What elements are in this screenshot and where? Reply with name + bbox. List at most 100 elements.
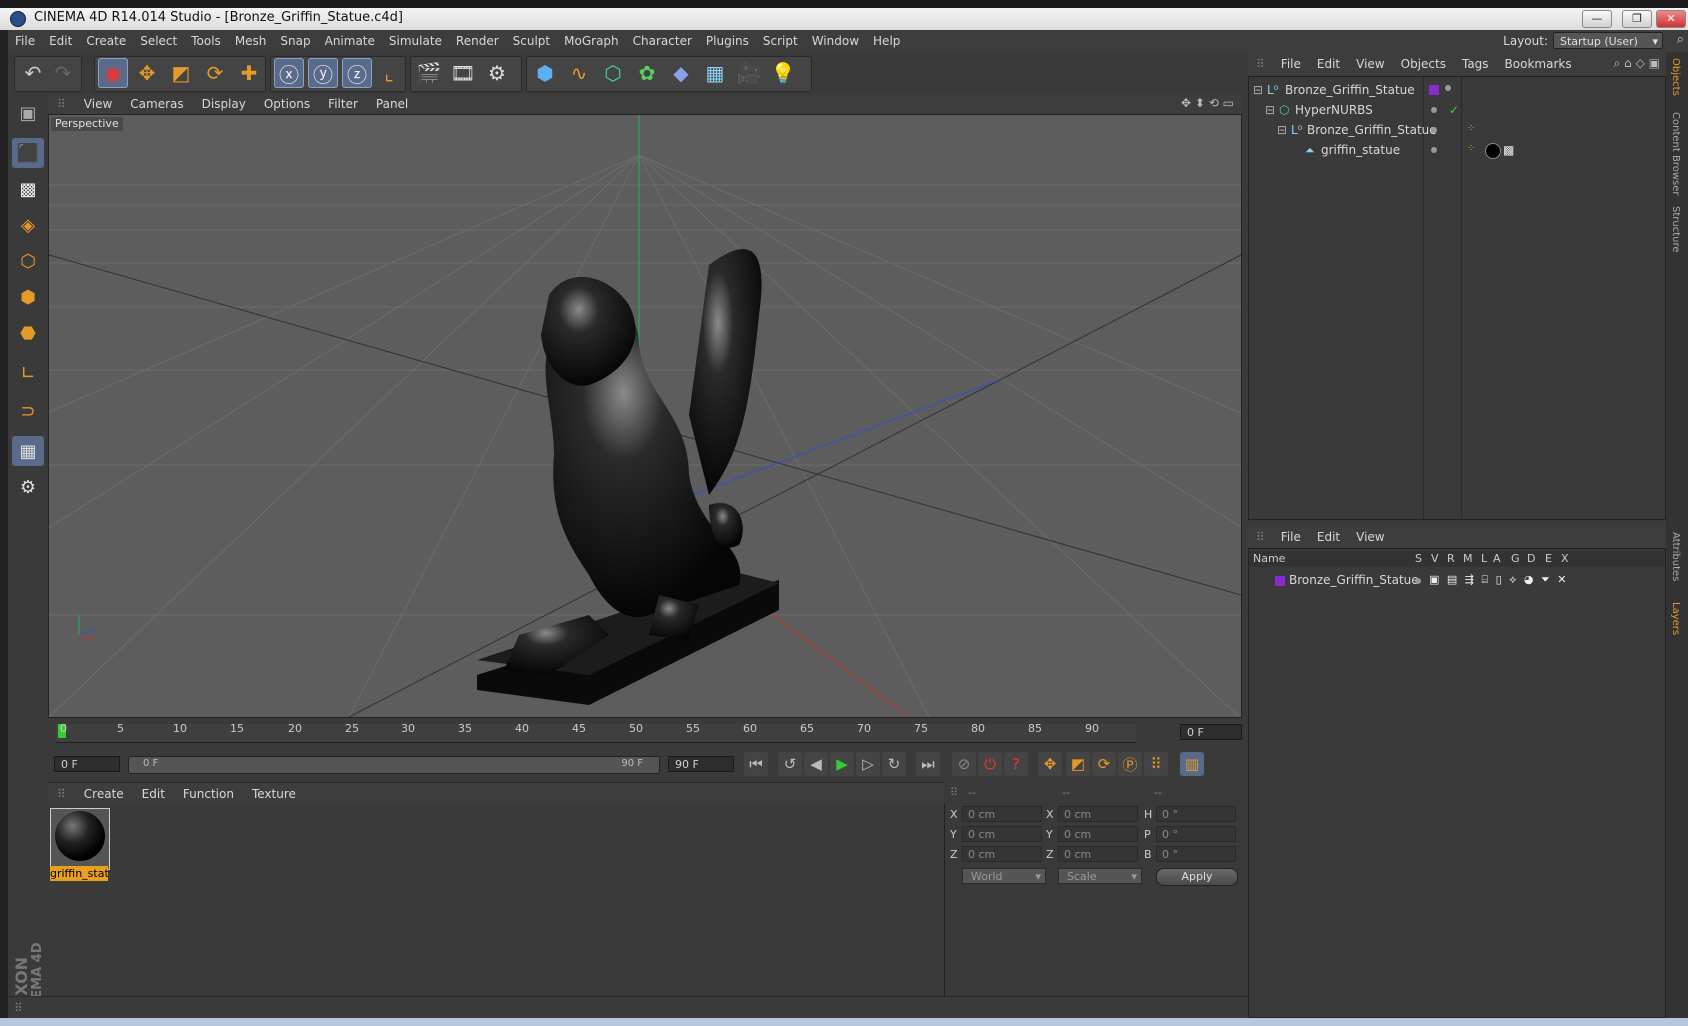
tab-content-browser[interactable]: Content Browser <box>1670 112 1681 195</box>
object-manager-nav-icons[interactable]: ⌕ ⌂ ◇ ▣ <box>1614 56 1660 71</box>
column-render[interactable]: R <box>1447 552 1455 565</box>
play-icon[interactable]: ▶ <box>830 752 854 776</box>
menu-animate[interactable]: Animate <box>318 30 382 52</box>
search-icon[interactable]: ⌕ <box>1677 32 1684 47</box>
record-icon[interactable]: ⊘ <box>952 752 976 776</box>
column-xref[interactable]: X <box>1561 552 1569 565</box>
size-z-field[interactable]: 0 cm <box>1058 846 1138 862</box>
object-menu-bookmarks[interactable]: Bookmarks <box>1497 52 1580 76</box>
size-mode-select[interactable]: Scale ▾ <box>1058 868 1142 884</box>
layout-select[interactable]: Startup (User) ▾ <box>1553 32 1663 49</box>
menu-plugins[interactable]: Plugins <box>699 30 756 52</box>
size-x-field[interactable]: 0 cm <box>1058 806 1138 822</box>
layer-menu-file[interactable]: File <box>1273 526 1309 548</box>
layer-name[interactable]: Bronze_Griffin_Statue <box>1289 573 1419 587</box>
material-menu-edit[interactable]: Edit <box>133 783 174 805</box>
layer-toggle-icons[interactable]: ▣ ▤ ⇶ ⌸ ▯ ⟡ ◕ ⏷ ✕ <box>1429 573 1569 587</box>
column-animation[interactable]: A <box>1493 552 1501 565</box>
go-to-end-icon[interactable]: ⏭ <box>916 752 940 776</box>
frame-range-slider[interactable]: 0 F 90 F <box>128 756 660 774</box>
key-position-icon[interactable]: ✥ <box>1038 752 1062 776</box>
menu-mesh[interactable]: Mesh <box>228 30 274 52</box>
close-button[interactable]: ✕ <box>1656 10 1686 28</box>
camera-icon[interactable]: 🎥 <box>734 58 764 88</box>
menu-script[interactable]: Script <box>756 30 805 52</box>
menu-tools[interactable]: Tools <box>184 30 228 52</box>
layer-color-swatch[interactable] <box>1275 576 1285 586</box>
next-frame-icon[interactable]: ▷ <box>856 752 880 776</box>
lock-workplane-icon[interactable]: ⚙ <box>12 472 44 502</box>
tab-objects[interactable]: Objects <box>1670 58 1681 96</box>
viewport-nav-icons[interactable]: ✥ ⬍ ⟲ ▭ <box>1181 96 1234 110</box>
z-axis-lock-icon[interactable]: ⓩ <box>342 58 372 88</box>
snapping-icon[interactable]: ▦ <box>12 436 44 466</box>
menu-select[interactable]: Select <box>133 30 184 52</box>
go-to-start-icon[interactable]: ⏮ <box>744 752 768 776</box>
render-settings-icon[interactable]: ⚙ <box>482 58 512 88</box>
undo-icon[interactable]: ↶ <box>18 58 48 88</box>
minimize-button[interactable]: — <box>1582 10 1612 28</box>
visibility-dot[interactable] <box>1431 127 1437 133</box>
visibility-dot[interactable] <box>1431 107 1437 113</box>
menu-mograph[interactable]: MoGraph <box>557 30 626 52</box>
viewport-menu-filter[interactable]: Filter <box>319 94 367 114</box>
axis-mode-icon[interactable]: ∟ <box>12 358 44 388</box>
material-swatch[interactable] <box>50 808 110 870</box>
column-name[interactable]: Name <box>1253 552 1285 565</box>
deformer-icon[interactable]: ◆ <box>666 58 696 88</box>
pos-y-field[interactable]: 0 cm <box>962 826 1042 842</box>
start-frame-field[interactable]: 0 F <box>54 756 120 772</box>
layer-menu-view[interactable]: View <box>1348 526 1392 548</box>
edges-mode-icon[interactable]: ⬢ <box>12 282 44 312</box>
menu-edit[interactable]: Edit <box>42 30 79 52</box>
viewport-menu-panel[interactable]: Panel <box>367 94 417 114</box>
tree-row[interactable]: ⊟ L⁰ Bronze_Griffin_Statue <box>1249 81 1665 100</box>
apply-button[interactable]: Apply <box>1156 868 1238 886</box>
floor-icon[interactable]: ▦ <box>700 58 730 88</box>
previous-frame-icon[interactable]: ◀ <box>804 752 828 776</box>
column-solo[interactable]: S <box>1415 552 1422 565</box>
tree-row[interactable]: ⊟ L⁰ Bronze_Griffin_Statue ⁘ <box>1249 121 1665 140</box>
menu-help[interactable]: Help <box>866 30 907 52</box>
expand-icon[interactable]: ⊟ <box>1253 83 1263 97</box>
scale-icon[interactable]: ◩ <box>166 58 196 88</box>
viewport-menu-options[interactable]: Options <box>255 94 319 114</box>
viewport-camera-label[interactable]: Perspective <box>51 117 123 131</box>
layer-color-swatch[interactable] <box>1429 85 1439 95</box>
polygons-mode-icon[interactable]: ⬣ <box>12 318 44 348</box>
object-menu-file[interactable]: File <box>1273 52 1309 76</box>
column-manager[interactable]: M <box>1463 552 1473 565</box>
help-icon[interactable]: ? <box>1004 752 1028 776</box>
restore-button[interactable]: ❐ <box>1622 10 1652 28</box>
visibility-dot[interactable] <box>1445 85 1451 91</box>
light-icon[interactable]: 💡 <box>768 58 798 88</box>
object-name[interactable]: griffin_statue <box>1321 143 1400 157</box>
menu-window[interactable]: Window <box>805 30 866 52</box>
tag-icon[interactable]: ⁘ <box>1467 143 1475 154</box>
tab-layers[interactable]: Layers <box>1670 602 1681 635</box>
material-menu-create[interactable]: Create <box>75 783 133 805</box>
current-frame-field[interactable]: 0 F <box>1180 724 1242 740</box>
material-menu-texture[interactable]: Texture <box>243 783 305 805</box>
object-name[interactable]: HyperNURBS <box>1295 103 1373 117</box>
expand-icon[interactable]: ⊟ <box>1277 123 1287 137</box>
object-menu-objects[interactable]: Objects <box>1393 52 1454 76</box>
column-locked[interactable]: L <box>1481 552 1487 565</box>
y-axis-lock-icon[interactable]: ⓨ <box>308 58 338 88</box>
coordinate-mode-select[interactable]: World ▾ <box>962 868 1046 884</box>
3d-viewport[interactable]: Perspective <box>48 114 1242 718</box>
expand-icon[interactable]: ⊟ <box>1265 103 1275 117</box>
visibility-dot[interactable] <box>1431 147 1437 153</box>
tree-row[interactable]: ⊟ ⬡ HyperNURBS ✓ <box>1249 101 1665 120</box>
menu-create[interactable]: Create <box>79 30 133 52</box>
pos-x-field[interactable]: 0 cm <box>962 806 1042 822</box>
tab-structure[interactable]: Structure <box>1670 206 1681 253</box>
previous-key-icon[interactable]: ↺ <box>778 752 802 776</box>
column-view[interactable]: V <box>1431 552 1439 565</box>
menu-snap[interactable]: Snap <box>273 30 317 52</box>
material-menu-function[interactable]: Function <box>174 783 243 805</box>
render-view-icon[interactable]: 🎬 <box>414 58 444 88</box>
rotate-icon[interactable]: ⟳ <box>200 58 230 88</box>
viewport-menu-cameras[interactable]: Cameras <box>121 94 192 114</box>
tab-attributes[interactable]: Attributes <box>1670 532 1681 581</box>
